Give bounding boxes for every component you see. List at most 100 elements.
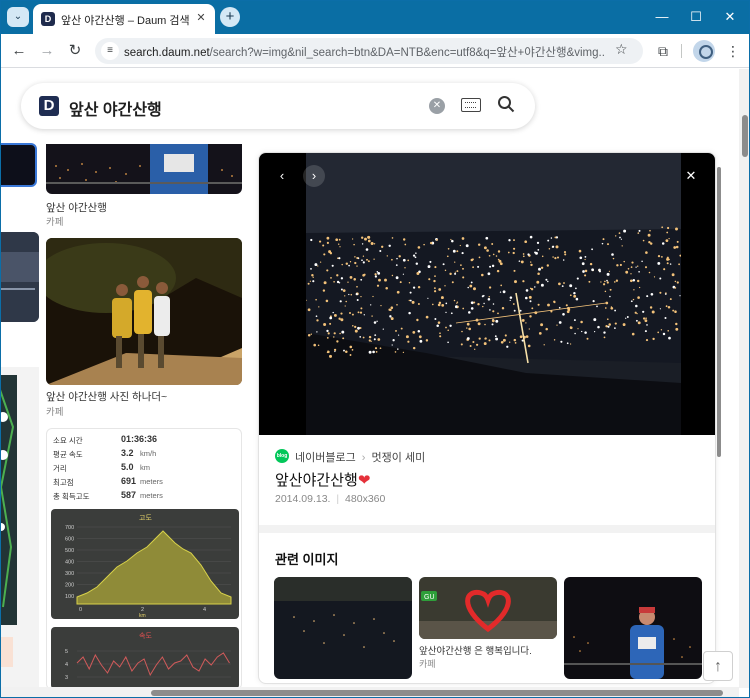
- image-info: blog 네이버블로그 › 멋쟁이 세미 앞산야간산행❤ 2014.09.13.…: [259, 435, 715, 525]
- url-text[interactable]: search.daum.net/search?w=img&nil_search=…: [124, 44, 604, 60]
- related-caption[interactable]: 앞산야간산행 은 행복입니다.: [419, 643, 532, 657]
- browser-window: ⌄ D 앞산 야간산행 – Daum 검색 ✕ + — ☐ ✕ ← → ↻ ≡ …: [0, 0, 750, 698]
- speed-chart-title: 속도: [139, 632, 152, 640]
- naver-blog-icon: blog: [275, 449, 289, 463]
- toolbar-divider: [681, 44, 682, 58]
- breadcrumb-chevron-icon: ›: [361, 452, 366, 464]
- address-bar[interactable]: ≡ search.daum.net/search?w=img&nil_searc…: [95, 38, 643, 64]
- horizontal-scroll-thumb[interactable]: [151, 690, 723, 696]
- image-title-text[interactable]: 앞산야간산행: [275, 472, 358, 489]
- minimize-button[interactable]: —: [647, 5, 677, 29]
- forward-button[interactable]: →: [35, 39, 59, 63]
- result-caption-2[interactable]: 앞산 야간산행 사진 하나더~: [46, 389, 167, 404]
- image-viewer: ‹ › ✕: [259, 153, 715, 435]
- daum-favicon: D: [41, 12, 55, 26]
- group-photo-thumbnail: [46, 238, 242, 385]
- close-window-button[interactable]: ✕: [715, 5, 745, 29]
- heart-icon: ❤: [357, 472, 371, 489]
- tracker-value: 691: [121, 476, 137, 486]
- daum-logo[interactable]: D: [39, 96, 59, 116]
- profile-avatar[interactable]: [693, 40, 715, 62]
- tracker-label: 소요 시간: [53, 436, 83, 445]
- search-results-page: D 앞산 야간산행 ✕ 앞산 야간산행 카페 앞산 야간산행 사진 하나더~ 카…: [1, 69, 739, 688]
- scroll-to-top-button[interactable]: ↑: [703, 651, 733, 681]
- elevation-x-tick: 0: [79, 607, 82, 613]
- related-city-thumbnail: [274, 577, 412, 679]
- result-image-partial-2[interactable]: [1, 232, 39, 322]
- search-box: D 앞산 야간산행 ✕: [21, 83, 535, 129]
- gu-badge: GU: [424, 594, 435, 601]
- result-caption-1[interactable]: 앞산 야간산행: [46, 200, 107, 215]
- source-breadcrumb[interactable]: 네이버블로그 › 멋쟁이 세미: [295, 449, 425, 465]
- heart-sculpture-thumbnail: GU: [419, 577, 557, 639]
- result-image-partial-1[interactable]: [1, 143, 37, 187]
- vertical-scrollbar[interactable]: [739, 69, 749, 688]
- tracker-label: 평균 속도: [53, 450, 83, 459]
- image-title[interactable]: 앞산야간산행❤: [275, 469, 370, 490]
- result-image-3[interactable]: 소요 시간 01:36:36 평균 속도 3.2 km/h 거리 5.0 km 최고점 691 me…: [46, 428, 242, 688]
- search-icon[interactable]: [497, 95, 515, 113]
- tab-close-icon[interactable]: ✕: [193, 10, 209, 26]
- next-image-button[interactable]: ›: [303, 165, 325, 187]
- related-image-2[interactable]: GU: [419, 577, 557, 639]
- tab-title: 앞산 야간산행 – Daum 검색: [61, 15, 190, 27]
- tracker-value: 587: [121, 490, 137, 500]
- speed-y-tick: 3: [65, 675, 68, 681]
- tab-search-menu-button[interactable]: ⌄: [7, 7, 29, 27]
- tracker-row: 최고점 691 meters: [53, 476, 233, 491]
- elevation-y-tick: 500: [65, 548, 74, 554]
- horizontal-scrollbar[interactable]: [1, 687, 739, 697]
- browser-menu-icon[interactable]: ⋮: [721, 39, 745, 63]
- night-hiker-thumbnail: [46, 144, 242, 194]
- tracker-value: 01:36:36: [121, 434, 158, 444]
- extensions-icon[interactable]: ⧉: [651, 39, 675, 63]
- related-image-3[interactable]: [564, 577, 702, 679]
- speed-y-tick: 4: [65, 662, 68, 668]
- search-input[interactable]: 앞산 야간산행: [69, 96, 162, 120]
- elevation-y-tick: 200: [65, 583, 74, 589]
- image-size: 480x360: [345, 493, 386, 505]
- result-image-1[interactable]: [46, 144, 242, 194]
- source-name[interactable]: 네이버블로그: [295, 452, 356, 464]
- related-source[interactable]: 카페: [419, 657, 436, 670]
- result-map-partial[interactable]: [1, 367, 39, 688]
- night-city-photo[interactable]: [306, 153, 681, 435]
- elevation-y-tick: 100: [65, 594, 74, 600]
- vertical-scroll-thumb[interactable]: [742, 115, 748, 157]
- map-thumbnail: [1, 375, 17, 667]
- browser-toolbar: ← → ↻ ≡ search.daum.net/search?w=img&nil…: [1, 34, 749, 68]
- maximize-button[interactable]: ☐: [681, 5, 711, 29]
- elevation-y-tick: 400: [65, 560, 74, 566]
- related-heading: 관련 이미지: [275, 552, 339, 567]
- result-image-2[interactable]: [46, 238, 242, 385]
- back-button[interactable]: ←: [7, 39, 31, 63]
- related-images-section: 관련 이미지 GU 앞산야간산행 은 행복입니다. 카페: [259, 525, 715, 683]
- image-meta: 2014.09.13. | 480x360: [275, 493, 386, 505]
- panel-scroll-thumb[interactable]: [717, 167, 721, 457]
- tracker-value: 5.0: [121, 462, 134, 472]
- tracker-unit: km/h: [140, 449, 157, 458]
- reload-button[interactable]: ↻: [63, 39, 87, 63]
- result-source-1[interactable]: 카페: [46, 214, 63, 228]
- author-name[interactable]: 멋쟁이 세미: [372, 452, 426, 464]
- upper-sky: [306, 153, 681, 233]
- keyboard-icon[interactable]: [461, 98, 481, 112]
- elevation-chart-title: 고도: [139, 514, 152, 522]
- new-tab-button[interactable]: +: [220, 7, 240, 27]
- site-info-icon[interactable]: ≡: [101, 42, 119, 60]
- browser-tab[interactable]: D 앞산 야간산행 – Daum 검색 ✕: [33, 4, 215, 34]
- prev-image-button[interactable]: ‹: [271, 165, 293, 187]
- image-date: 2014.09.13.: [275, 493, 331, 505]
- speed-chart: 속도 5 4 3: [51, 627, 239, 687]
- result-source-2[interactable]: 카페: [46, 404, 63, 418]
- tracker-unit: meters: [140, 491, 163, 500]
- tracker-label: 최고점: [53, 478, 74, 487]
- elevation-y-tick: 600: [65, 537, 74, 543]
- related-image-1[interactable]: [274, 577, 412, 679]
- close-viewer-button[interactable]: ✕: [680, 165, 702, 187]
- elevation-y-tick: 700: [65, 525, 74, 531]
- bookmark-star-icon[interactable]: ☆: [615, 41, 628, 58]
- elevation-x-tick: 4: [203, 607, 206, 613]
- tracker-row: 총 획득고도 587 meters: [53, 490, 233, 505]
- clear-search-icon[interactable]: ✕: [429, 98, 445, 114]
